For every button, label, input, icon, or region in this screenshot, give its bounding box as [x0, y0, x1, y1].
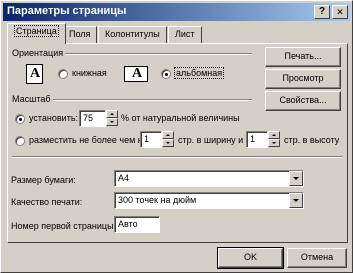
cancel-button[interactable]: Отмена [287, 248, 347, 268]
close-button[interactable]: ✕ [332, 5, 348, 19]
tab-page[interactable]: Страница [7, 23, 66, 44]
dialog-title: Параметры страницы [7, 5, 127, 17]
close-icon: ✕ [336, 7, 344, 17]
help-button[interactable]: ? [314, 5, 330, 19]
tab-sheet[interactable]: Лист [168, 26, 202, 43]
tab-header-footer[interactable]: Колонтитулы [98, 26, 167, 43]
tab-margins[interactable]: Поля [62, 26, 98, 43]
page-setup-dialog: Параметры страницы ? ✕ Страница Поля Кол… [0, 0, 353, 273]
title-bar[interactable]: Параметры страницы ? ✕ [3, 3, 350, 21]
tab-panel [7, 43, 348, 243]
ok-button[interactable]: OK [217, 247, 284, 269]
